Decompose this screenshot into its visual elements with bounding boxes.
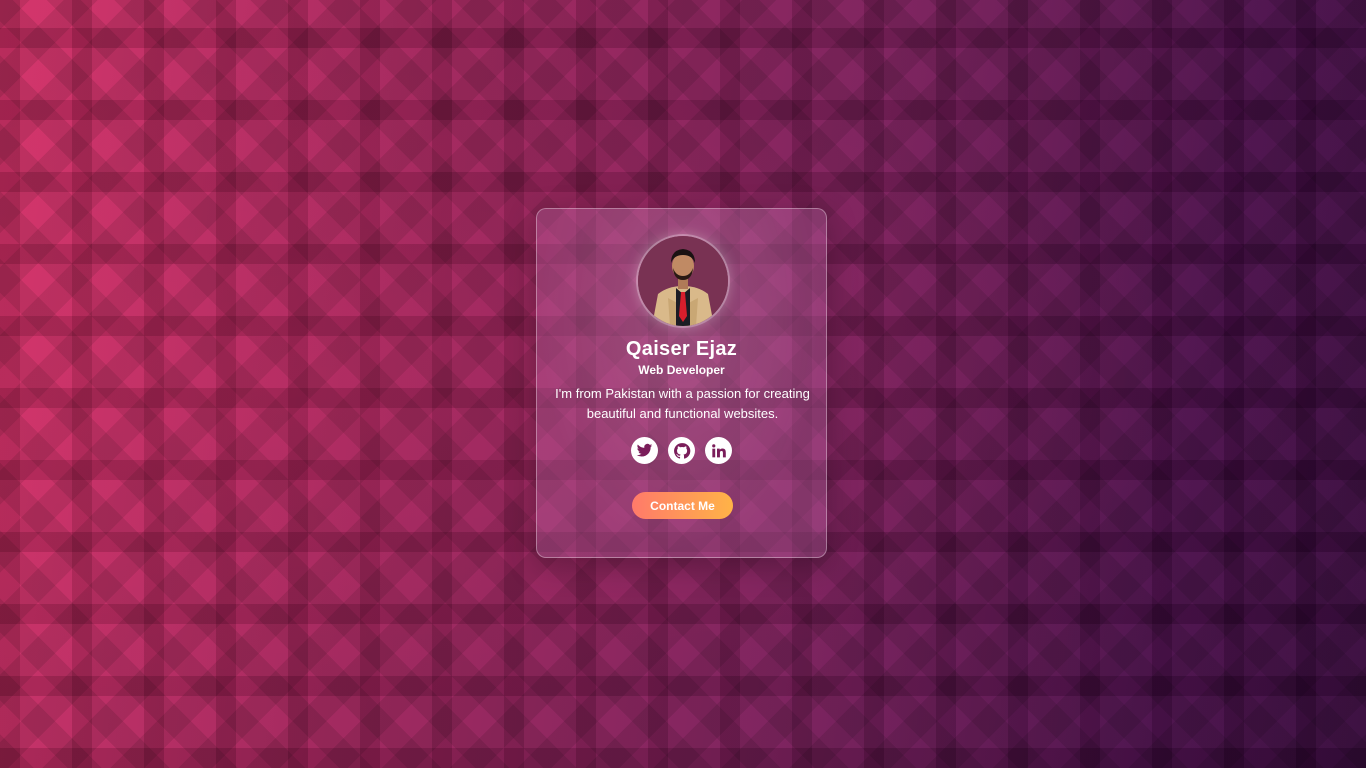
profile-name: Qaiser Ejaz [625, 338, 738, 360]
linkedin-link[interactable] [705, 437, 732, 464]
profile-card: Qaiser Ejaz Web Developer I'm from Pakis… [536, 208, 827, 558]
profile-role: Web Developer [638, 363, 725, 377]
social-links [537, 437, 826, 464]
profile-photo [638, 236, 728, 326]
github-link[interactable] [668, 437, 695, 464]
twitter-icon [636, 443, 653, 457]
linkedin-icon [711, 443, 726, 457]
avatar [638, 236, 728, 326]
profile-bio: I'm from Pakistan with a passion for cre… [555, 386, 810, 421]
twitter-link[interactable] [631, 437, 658, 464]
contact-me-button[interactable]: Contact Me [632, 492, 733, 519]
github-icon [673, 442, 690, 459]
